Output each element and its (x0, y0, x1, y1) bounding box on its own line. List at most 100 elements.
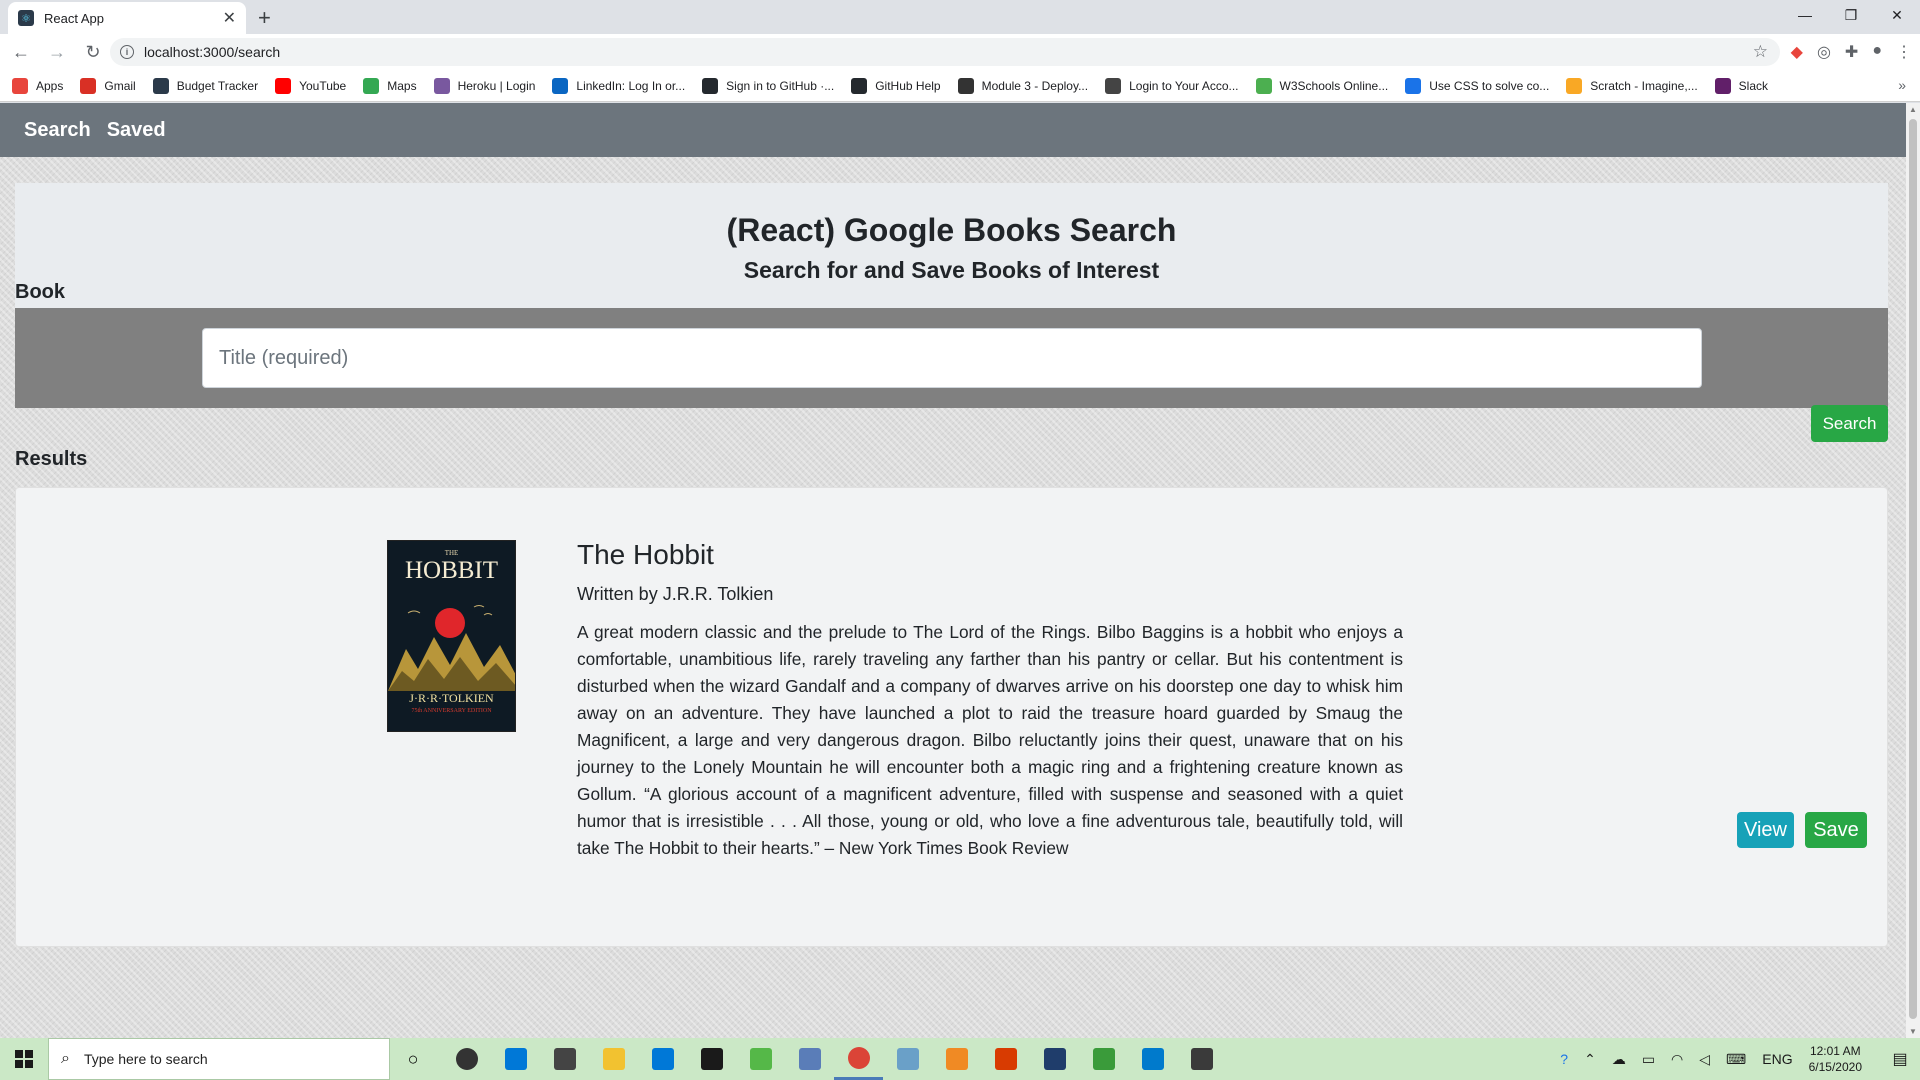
bookmark-label: Maps (387, 78, 417, 93)
keyboard-icon[interactable]: ⌨ (1726, 1051, 1746, 1068)
close-tab-icon[interactable]: ✕ (223, 8, 236, 28)
language-indicator[interactable]: ENG (1762, 1051, 1792, 1067)
close-window-icon[interactable]: ✕ (1874, 0, 1920, 30)
battery-icon[interactable]: ▭ (1642, 1051, 1655, 1068)
windows-start-icon[interactable] (0, 1038, 48, 1080)
bookmark-item[interactable]: Heroku | Login (433, 77, 536, 94)
scroll-down-icon[interactable]: ▼ (1909, 1027, 1917, 1036)
chevron-up-icon[interactable]: ⌃ (1584, 1051, 1596, 1068)
bookmark-item[interactable]: Scratch - Imagine,... (1566, 77, 1698, 94)
result-card: THE HOBBIT J·R·R·TOLKIEN 75th ANNIVERSAR… (15, 487, 1888, 947)
vscode-icon[interactable] (1128, 1038, 1177, 1080)
minimize-icon[interactable]: — (1782, 0, 1828, 30)
bookmark-item[interactable]: LinkedIn: Log In or... (552, 77, 686, 94)
bookmark-item[interactable]: W3Schools Online... (1255, 77, 1389, 94)
dropbox-icon[interactable] (687, 1038, 736, 1080)
bookmark-item[interactable]: Apps (12, 77, 63, 94)
nav-search-link[interactable]: Search (24, 119, 91, 142)
app-green-tree-glyph (1092, 1048, 1115, 1070)
cortana-icon[interactable]: ○ (390, 1038, 436, 1080)
bookmark-label: Heroku | Login (457, 78, 536, 93)
address-bar[interactable]: i localhost:3000/search ☆ (110, 38, 1780, 66)
nav-saved-link[interactable]: Saved (107, 119, 166, 142)
sticky-notes-icon[interactable] (1177, 1038, 1226, 1080)
clock[interactable]: 12:01 AM 6/15/2020 (1809, 1043, 1862, 1075)
extension-red-icon[interactable]: ◆ (1791, 42, 1803, 62)
help-icon[interactable]: ? (1560, 1051, 1568, 1067)
file-explorer-icon[interactable] (589, 1038, 638, 1080)
bookmark-item[interactable]: Maps (363, 77, 417, 94)
bookmark-item[interactable]: YouTube (275, 77, 347, 94)
app-dark-blue-glyph (1043, 1048, 1066, 1070)
page-scrollbar[interactable]: ▲ ▼ (1906, 103, 1920, 1038)
profile-avatar-icon[interactable]: ● (1872, 42, 1882, 62)
edge-glyph (504, 1048, 527, 1070)
book-label: Book (15, 281, 65, 303)
app-media-icon[interactable] (932, 1038, 981, 1080)
chrome-icon[interactable] (834, 1038, 883, 1080)
book-author: Written by J.R.R. Tolkien (577, 584, 774, 604)
info-icon[interactable]: i (120, 45, 134, 59)
title-input[interactable] (202, 328, 1702, 388)
cover-edition-text: 75th ANNIVERSARY EDITION (411, 708, 492, 714)
file-explorer-glyph (602, 1048, 625, 1070)
react-favicon-icon: ⚛ (18, 10, 34, 26)
scroll-thumb[interactable] (1909, 119, 1917, 1019)
notifications-icon[interactable]: ▤ (1880, 1049, 1920, 1069)
app-printer-icon[interactable] (785, 1038, 834, 1080)
bookmark-label: YouTube (299, 78, 347, 93)
search-icon: ⌕ (61, 1050, 70, 1067)
bookmark-favicon-icon (275, 77, 292, 94)
forward-icon[interactable]: → (42, 42, 72, 63)
office-glyph (994, 1048, 1017, 1070)
more-bookmarks-icon[interactable]: » (1898, 77, 1906, 93)
onedrive-icon[interactable]: ☁ (1612, 1051, 1626, 1068)
new-tab-icon[interactable]: + (258, 5, 271, 31)
volume-icon[interactable]: ◁ (1699, 1051, 1710, 1068)
office-icon[interactable] (981, 1038, 1030, 1080)
app-blue-pen-icon[interactable] (883, 1038, 932, 1080)
search-button[interactable]: Search (1811, 405, 1888, 442)
extensions-puzzle-icon[interactable]: ✚ (1845, 42, 1858, 62)
back-icon[interactable]: ← (6, 42, 36, 63)
reload-icon[interactable]: ↻ (78, 42, 108, 63)
bookmark-item[interactable]: Sign in to GitHub ·... (702, 77, 834, 94)
search-form (15, 308, 1888, 408)
tab-title: React App (44, 10, 104, 26)
bookmark-item[interactable]: Module 3 - Deploy... (957, 77, 1088, 94)
bookmark-star-icon[interactable]: ☆ (1753, 42, 1768, 62)
mail-icon[interactable] (638, 1038, 687, 1080)
scroll-up-icon[interactable]: ▲ (1909, 105, 1917, 114)
browser-tab[interactable]: ⚛ React App ✕ (8, 2, 246, 34)
edge-icon[interactable] (491, 1038, 540, 1080)
restore-icon[interactable]: ❐ (1828, 0, 1874, 30)
task-view-glyph (455, 1048, 478, 1070)
url-text: localhost:3000/search (144, 44, 281, 60)
taskbar-apps (442, 1038, 1226, 1080)
bookmark-item[interactable]: Budget Tracker (152, 77, 258, 94)
app-navbar: Search Saved (0, 103, 1906, 157)
app-green-icon[interactable] (736, 1038, 785, 1080)
bookmark-item[interactable]: Gmail (80, 77, 136, 94)
app-green-tree-icon[interactable] (1079, 1038, 1128, 1080)
store-icon[interactable] (540, 1038, 589, 1080)
save-button[interactable]: Save (1805, 812, 1867, 848)
taskbar-search-box[interactable]: ⌕ Type here to search (48, 1038, 390, 1080)
bookmark-label: W3Schools Online... (1279, 78, 1389, 93)
browser-toolbar: ← → ↻ i localhost:3000/search ☆ ◆ ◎ ✚ ● … (0, 34, 1920, 70)
bookmarks-bar: Apps Gmail Budget Tracker YouTube Maps Heroku… (0, 70, 1920, 102)
book-cover-image[interactable]: THE HOBBIT J·R·R·TOLKIEN 75th ANNIVERSAR… (387, 540, 516, 732)
task-view-icon[interactable] (442, 1038, 491, 1080)
store-glyph (553, 1048, 576, 1070)
bookmark-item[interactable]: Slack (1714, 77, 1768, 94)
menu-kebab-icon[interactable]: ⋮ (1896, 42, 1912, 62)
system-tray: ? ⌃ ☁ ▭ ◠ ◁ ⌨ ENG 12:01 AM 6/15/2020 ▤ (1560, 1038, 1920, 1080)
app-dark-blue-icon[interactable] (1030, 1038, 1079, 1080)
wifi-icon[interactable]: ◠ (1671, 1051, 1683, 1068)
extension-circle-icon[interactable]: ◎ (1817, 42, 1831, 62)
bookmark-label: LinkedIn: Log In or... (576, 78, 686, 93)
bookmark-item[interactable]: GitHub Help (851, 77, 941, 94)
bookmark-item[interactable]: Use CSS to solve co... (1405, 77, 1549, 94)
view-button[interactable]: View (1737, 812, 1794, 848)
bookmark-item[interactable]: Login to Your Acco... (1105, 77, 1239, 94)
